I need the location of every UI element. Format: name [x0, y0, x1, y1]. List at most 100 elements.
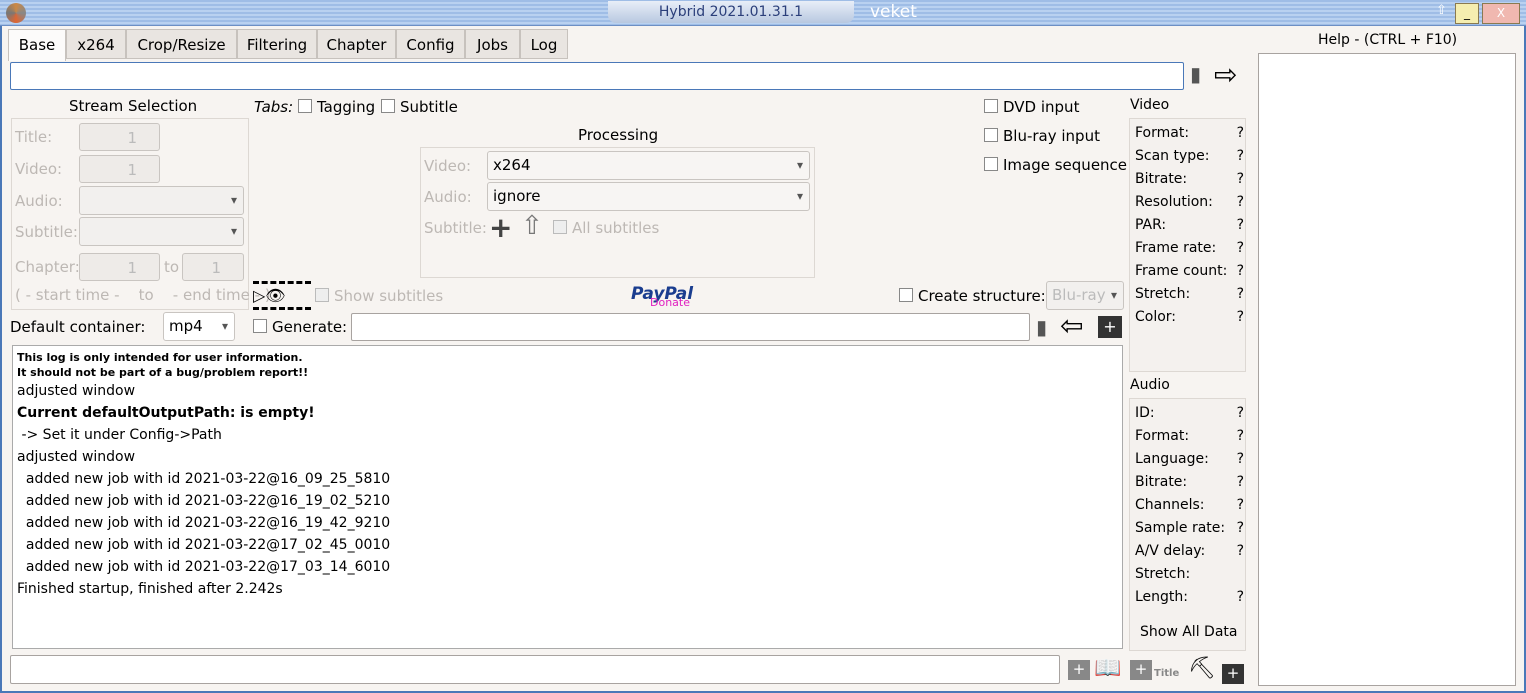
- job-name-field[interactable]: [10, 655, 1060, 684]
- tab-filtering[interactable]: Filtering: [237, 29, 317, 59]
- bluray-input-checkbox[interactable]: [984, 128, 998, 142]
- tab-chapter[interactable]: Chapter: [317, 29, 396, 59]
- add-to-queue-icon[interactable]: +: [1098, 316, 1122, 338]
- info-value: ?: [1236, 520, 1244, 536]
- audio-info-title: Audio: [1130, 377, 1170, 393]
- bluray-input-label: Blu-ray input: [1003, 127, 1100, 145]
- log-line: added new job with id 2021-03-22@17_02_4…: [17, 537, 391, 553]
- all-subtitles-checkbox[interactable]: [553, 220, 567, 234]
- app-logo-icon: [6, 3, 26, 23]
- minimize-button[interactable]: _: [1455, 3, 1479, 24]
- stream-selection-title: Stream Selection: [69, 97, 198, 115]
- tab-config[interactable]: Config: [396, 29, 465, 59]
- image-sequence-checkbox[interactable]: [984, 157, 998, 171]
- info-key: Language:: [1135, 451, 1209, 467]
- add-subtitle-icon[interactable]: +: [489, 211, 512, 244]
- audio-info-group: ID:? Format:? Language:? Bitrate:? Channels:…: [1129, 398, 1246, 651]
- video-spinbox[interactable]: 1: [79, 155, 160, 183]
- save-file-icon[interactable]: ▮: [1036, 315, 1047, 339]
- info-row: Length:?: [1135, 589, 1250, 612]
- tab-crop-resize[interactable]: Crop/Resize: [126, 29, 237, 59]
- info-key: Bitrate:: [1135, 474, 1188, 490]
- log-line: Current defaultOutputPath: is empty!: [17, 405, 315, 421]
- tab-jobs[interactable]: Jobs: [465, 29, 520, 59]
- pin-icon[interactable]: ⇧: [1436, 3, 1447, 18]
- info-value: ?: [1236, 451, 1244, 467]
- video-encoder-select[interactable]: x264: [487, 151, 810, 180]
- info-key: Frame count:: [1135, 263, 1228, 279]
- info-row: Channels:?: [1135, 497, 1250, 520]
- subtitle-tab-label: Subtitle: [400, 98, 458, 116]
- log-line: added new job with id 2021-03-22@16_19_4…: [17, 515, 391, 531]
- arrow-left-icon[interactable]: ⇦: [1060, 309, 1083, 342]
- video-info-title: Video: [1130, 97, 1170, 113]
- subtitle-tab-checkbox[interactable]: [381, 99, 395, 113]
- log-area: This log is only intended for user infor…: [12, 345, 1123, 649]
- create-structure-checkbox[interactable]: [899, 288, 913, 302]
- generate-label: Generate:: [272, 318, 348, 336]
- all-subtitles-label: All subtitles: [572, 219, 660, 237]
- info-row: Format:?: [1135, 125, 1250, 148]
- info-key: Color:: [1135, 309, 1177, 325]
- info-key: Format:: [1135, 125, 1190, 141]
- log-line: adjusted window: [17, 449, 136, 465]
- audio-encoder-select[interactable]: ignore: [487, 182, 810, 211]
- show-subtitles-checkbox[interactable]: [315, 288, 329, 302]
- add-batch-icon[interactable]: +: [1068, 660, 1090, 680]
- info-row: Stretch:?: [1135, 286, 1250, 309]
- generate-checkbox[interactable]: [253, 319, 267, 333]
- info-key: Bitrate:: [1135, 171, 1188, 187]
- arrow-right-icon[interactable]: ⇨: [1214, 58, 1237, 91]
- input-file-field[interactable]: [10, 62, 1184, 90]
- info-value: ?: [1236, 428, 1244, 444]
- title-bar: Hybrid 2021.01.31.1 veket ⇧ _ X: [0, 0, 1526, 26]
- dvd-input-checkbox[interactable]: [984, 99, 998, 113]
- info-key: Scan type:: [1135, 148, 1210, 164]
- default-container-label: Default container:: [10, 318, 146, 336]
- title-icon-label: Title: [1154, 668, 1180, 679]
- info-key: Sample rate:: [1135, 520, 1226, 536]
- worker-icon[interactable]: ⛏: [1188, 656, 1216, 681]
- info-key: ID:: [1135, 405, 1155, 421]
- chapter-from-spinbox[interactable]: 1: [79, 253, 160, 281]
- show-subtitles-label: Show subtitles: [334, 287, 444, 305]
- info-value: ?: [1236, 194, 1244, 210]
- log-line: Finished startup, finished after 2.242s: [17, 581, 283, 597]
- tab-x264[interactable]: x264: [66, 29, 126, 59]
- info-value: ?: [1236, 543, 1244, 559]
- default-container-select[interactable]: mp4: [163, 312, 235, 341]
- open-file-icon[interactable]: ▮: [1190, 62, 1201, 86]
- log-line: added new job with id 2021-03-22@16_19_0…: [17, 493, 391, 509]
- title-label: Title:: [15, 128, 53, 146]
- close-button[interactable]: X: [1482, 3, 1520, 24]
- output-file-field[interactable]: [351, 313, 1030, 341]
- info-value: ?: [1236, 171, 1244, 187]
- info-row: Resolution:?: [1135, 194, 1250, 217]
- info-value: ?: [1236, 286, 1244, 302]
- audio-stream-select[interactable]: [79, 186, 244, 215]
- subtitle-stream-select[interactable]: [79, 217, 244, 246]
- info-row: Bitrate:?: [1135, 171, 1250, 194]
- show-all-data-button[interactable]: Show All Data: [1140, 624, 1237, 640]
- info-row: ID:?: [1135, 405, 1250, 428]
- arrow-up-icon[interactable]: ⇧: [521, 211, 543, 241]
- info-row: PAR:?: [1135, 217, 1250, 240]
- subtitle-label: Subtitle:: [15, 223, 78, 241]
- video-label: Video:: [15, 160, 63, 178]
- add-title-icon[interactable]: +: [1130, 660, 1152, 680]
- book-icon[interactable]: 📖: [1094, 656, 1121, 681]
- structure-select[interactable]: Blu-ray: [1046, 281, 1124, 310]
- info-value: ?: [1236, 497, 1244, 513]
- tagging-checkbox[interactable]: [298, 99, 312, 113]
- info-value: ?: [1236, 405, 1244, 421]
- info-row: Format:?: [1135, 428, 1250, 451]
- time-range-label: ( - start time - to - end time - ): [15, 286, 271, 304]
- chapter-to-spinbox[interactable]: 1: [182, 253, 244, 281]
- tab-log[interactable]: Log: [520, 29, 568, 59]
- preview-icon[interactable]: ▷👁: [253, 281, 311, 310]
- title-spinbox[interactable]: 1: [79, 123, 160, 151]
- help-title: Help - (CTRL + F10): [1318, 32, 1458, 48]
- add-queue-icon[interactable]: +: [1222, 664, 1244, 684]
- image-sequence-label: Image sequence: [1003, 156, 1128, 174]
- tab-base[interactable]: Base: [8, 29, 66, 61]
